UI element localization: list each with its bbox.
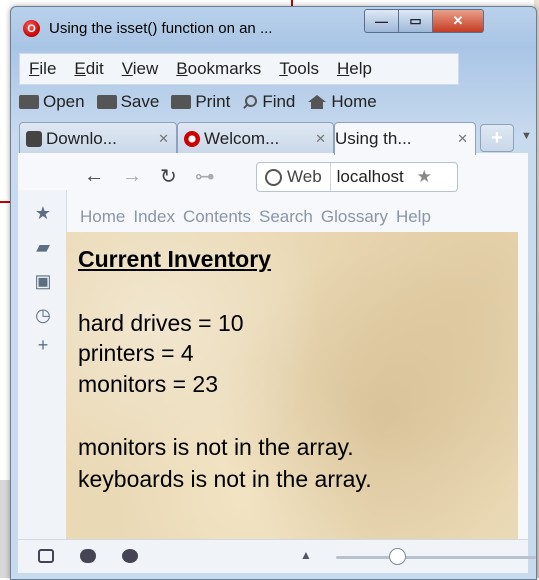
folder-icon (19, 95, 39, 109)
notes-icon[interactable]: ▰ (34, 238, 52, 256)
title-bar[interactable]: O Using the isset() function on an ... —… (11, 7, 536, 47)
new-tab-button[interactable]: + (480, 124, 514, 152)
save-button[interactable]: Save (96, 92, 159, 112)
key-icon[interactable]: ⊶ (195, 164, 215, 189)
window-title: Using the isset() function on an ... (49, 20, 273, 37)
bookmark-star-icon[interactable]: ★ (417, 167, 432, 187)
url-bar[interactable]: Web localhost ★ (256, 162, 458, 192)
help-link-index[interactable]: Index (133, 207, 175, 227)
find-button[interactable]: Find (242, 92, 295, 112)
reload-icon[interactable]: ↻ (160, 164, 177, 189)
desktop-background (0, 480, 10, 578)
tab-close-icon[interactable]: ✕ (315, 131, 326, 147)
globe-icon (265, 168, 282, 186)
help-link-help[interactable]: Help (396, 207, 431, 227)
tab-welcome[interactable]: Welcom... ✕ (177, 122, 334, 155)
chevron-down-icon[interactable]: ▼ (521, 130, 532, 142)
inventory-line: printers = 4 (78, 340, 194, 366)
help-link-home[interactable]: Home (80, 207, 125, 227)
result-line: monitors is not in the array. (78, 434, 354, 460)
pocket-icon[interactable]: ▣ (34, 272, 52, 290)
page-content: Current Inventory hard drives = 10 print… (66, 232, 518, 539)
speed-dial-icon[interactable] (122, 549, 138, 563)
panel-toggle-icon[interactable] (38, 549, 54, 563)
menu-file[interactable]: File (20, 59, 65, 79)
bookmarks-star-icon[interactable]: ★ (34, 204, 52, 222)
pocket-icon (26, 131, 42, 147)
printer-icon (171, 95, 192, 109)
help-link-contents[interactable]: Contents (183, 207, 251, 227)
minimize-button[interactable]: — (364, 9, 399, 33)
history-clock-icon[interactable]: ◷ (34, 306, 52, 324)
menu-tools[interactable]: Tools (270, 59, 328, 79)
back-arrow-icon[interactable]: ← (84, 165, 104, 188)
help-links: Home Index Contents Search Glossary Help (80, 207, 439, 227)
chevron-up-icon[interactable]: ▲ (300, 548, 312, 562)
print-button[interactable]: Print (171, 92, 230, 112)
opera-icon (184, 131, 200, 147)
zoom-slider-handle[interactable] (389, 548, 406, 565)
url-input[interactable]: localhost (331, 167, 415, 187)
forward-arrow-icon[interactable]: → (122, 165, 142, 188)
site-identity-button[interactable]: Web (257, 163, 331, 191)
sidebar: ★ ▰ ▣ ◷ + (18, 190, 67, 539)
help-link-glossary[interactable]: Glossary (321, 207, 388, 227)
cloud-icon[interactable] (80, 549, 96, 563)
home-icon (307, 95, 327, 109)
close-button[interactable]: ✕ (432, 9, 484, 33)
opera-icon[interactable]: O (23, 20, 40, 37)
menu-help[interactable]: Help (328, 59, 381, 79)
tab-close-icon[interactable]: ✕ (457, 131, 468, 147)
zoom-slider[interactable] (336, 556, 536, 559)
navigation-bar: ← → ↻ ⊶ Web localhost ★ (66, 156, 528, 196)
maximize-button[interactable]: ▭ (398, 9, 433, 33)
tab-downloads[interactable]: Downlo... ✕ (19, 122, 177, 155)
menu-bookmarks[interactable]: Bookmarks (167, 59, 270, 79)
open-button[interactable]: Open (19, 92, 85, 112)
tab-close-icon[interactable]: ✕ (158, 131, 169, 147)
add-panel-icon[interactable]: + (34, 336, 52, 354)
status-bar: ▲ (18, 539, 536, 573)
menu-bar: File Edit View Bookmarks Tools Help (19, 53, 459, 85)
menu-view[interactable]: View (113, 59, 168, 79)
menu-edit[interactable]: Edit (65, 59, 112, 79)
search-icon (242, 95, 258, 109)
tab-using-isset[interactable]: Using th... ✕ (334, 122, 476, 155)
save-icon (96, 95, 117, 109)
tab-strip: Downlo... ✕ Welcom... ✕ Using th... ✕ + … (19, 120, 532, 155)
inventory-line: hard drives = 10 (78, 310, 244, 336)
inventory-line: monitors = 23 (78, 371, 218, 397)
home-button[interactable]: Home (307, 92, 377, 112)
page-title: Current Inventory (78, 246, 271, 272)
result-line: keyboards is not in the array. (78, 466, 372, 492)
toolbar: Open Save Print Find Home (19, 85, 457, 119)
help-link-search[interactable]: Search (259, 207, 313, 227)
